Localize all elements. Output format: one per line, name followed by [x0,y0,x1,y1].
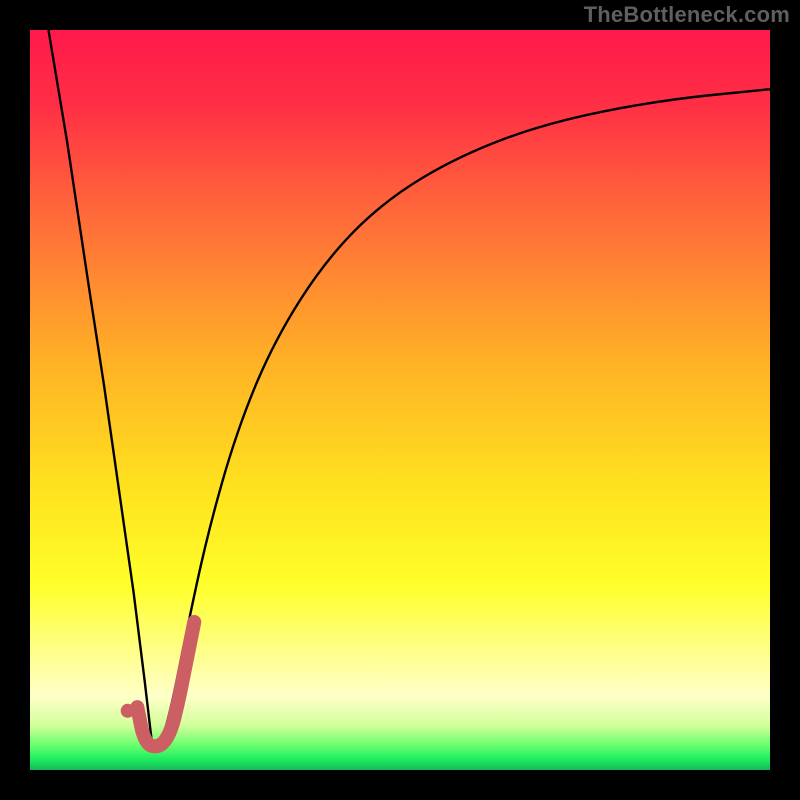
dot-marker [121,704,135,718]
outer-frame: TheBottleneck.com [0,0,800,800]
chart-svg [0,0,800,800]
watermark-text: TheBottleneck.com [584,2,790,28]
